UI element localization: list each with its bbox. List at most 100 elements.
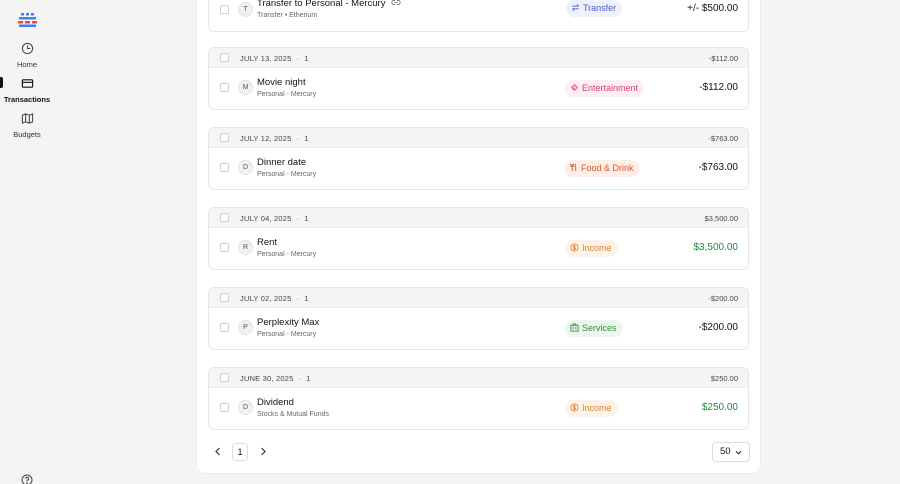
group-checkbox[interactable] xyxy=(220,373,229,382)
building-icon xyxy=(570,323,579,332)
transaction-name: Dividend xyxy=(257,397,294,408)
avatar: M xyxy=(238,80,253,95)
transaction-amount: $3,500.00 xyxy=(693,242,739,253)
group-count: 1 xyxy=(306,374,311,383)
transaction-checkbox[interactable] xyxy=(220,243,229,252)
group-count: 1 xyxy=(304,214,309,223)
category-label: Services xyxy=(582,323,617,333)
help-icon[interactable] xyxy=(21,474,33,484)
transaction-row[interactable]: M Movie night Personal - Mercury Enterta… xyxy=(209,68,748,109)
group-checkbox[interactable] xyxy=(220,293,229,302)
transaction-name: Dinner date xyxy=(257,157,307,168)
clock-icon xyxy=(21,42,33,55)
category-label: Transfer xyxy=(583,3,617,13)
transaction-row[interactable]: D Dinner date Personal - Mercury Food & … xyxy=(209,148,748,189)
credit-card-icon xyxy=(21,79,33,88)
page-size-value: 50 xyxy=(720,446,731,457)
group-checkbox[interactable] xyxy=(220,213,229,222)
chevron-down-icon xyxy=(735,450,742,455)
date-group-header: JULY 02, 2025 · 1 -$200.00 xyxy=(209,288,748,308)
app-logo-icon[interactable] xyxy=(18,13,37,27)
group-total: $250.00 xyxy=(710,374,738,383)
avatar: R xyxy=(238,240,253,255)
sidebar-item-label: Budgets xyxy=(13,130,41,139)
category-badge[interactable]: Entertainment xyxy=(565,80,645,97)
category-badge[interactable]: Transfer xyxy=(566,0,623,17)
transaction-subtitle: Stocks & Mutual Funds xyxy=(257,411,329,418)
sidebar: Home Transactions Budgets xyxy=(0,0,54,484)
date-group-header: JULY 12, 2025 · 1 -$763.00 xyxy=(209,128,748,148)
transaction-subtitle: Personal - Mercury xyxy=(257,331,317,338)
chevron-right-icon[interactable] xyxy=(259,447,267,456)
category-badge[interactable]: Food & Drink xyxy=(564,160,640,177)
transaction-amount: +/- $500.00 xyxy=(687,3,738,14)
transaction-subtitle: Personal - Mercury xyxy=(257,251,317,258)
transaction-card: T Transfer to Personal - Mercury Transfe… xyxy=(208,0,749,32)
transaction-checkbox[interactable] xyxy=(220,5,229,14)
group-total: -$112.00 xyxy=(708,54,738,63)
avatar: D xyxy=(238,160,253,175)
group-total: -$200.00 xyxy=(708,294,738,303)
category-label: Income xyxy=(582,403,612,413)
sidebar-item-label: Transactions xyxy=(3,95,51,104)
page-button-current[interactable]: 1 xyxy=(232,443,248,461)
sidebar-item-label: Home xyxy=(16,60,37,69)
group-count: 1 xyxy=(304,134,309,143)
group-total: -$763.00 xyxy=(708,134,738,143)
chevron-left-icon[interactable] xyxy=(214,447,222,456)
transaction-checkbox[interactable] xyxy=(220,163,229,172)
date-group-header: JUNE 30, 2025 · 1 $250.00 xyxy=(209,368,748,388)
link-icon xyxy=(391,0,401,6)
date-group: JULY 02, 2025 · 1 -$200.00 P Perplexity Ma… xyxy=(208,287,749,350)
group-checkbox[interactable] xyxy=(220,53,229,62)
transaction-amount: $250.00 xyxy=(701,402,738,413)
date-group: JULY 12, 2025 · 1 -$763.00 D Dinner date P… xyxy=(208,127,749,190)
transaction-checkbox[interactable] xyxy=(220,403,229,412)
transaction-row[interactable]: D Dividend Stocks & Mutual Funds Income … xyxy=(209,388,748,429)
transaction-checkbox[interactable] xyxy=(220,323,229,332)
avatar: D xyxy=(238,400,253,415)
date-group-header: JULY 04, 2025 · 1 $3,500.00 xyxy=(209,208,748,228)
category-label: Entertainment xyxy=(582,83,639,93)
group-checkbox[interactable] xyxy=(220,133,229,142)
sidebar-item-budgets[interactable]: Budgets xyxy=(0,112,54,139)
date-group: JUNE 30, 2025 · 1 $250.00 D Dividend Stock… xyxy=(208,367,749,430)
transfer-icon xyxy=(572,4,579,11)
group-count: 1 xyxy=(304,54,309,63)
date-group: JULY 13, 2025 · 1 -$112.00 M Movie night P… xyxy=(208,47,749,110)
transaction-subtitle: Personal - Mercury xyxy=(257,91,317,98)
transaction-checkbox[interactable] xyxy=(220,83,229,92)
transaction-row[interactable]: T Transfer to Personal - Mercury Transfe… xyxy=(209,0,748,31)
category-label: Food & Drink xyxy=(581,163,634,173)
transaction-subtitle: Personal - Mercury xyxy=(257,171,317,178)
group-date: JULY 13, 2025 xyxy=(240,54,292,63)
avatar: T xyxy=(238,2,253,17)
utensils-icon xyxy=(570,163,577,172)
transaction-amount: -$200.00 xyxy=(698,322,738,333)
transaction-amount: -$112.00 xyxy=(699,82,738,93)
transaction-name: Transfer to Personal - Mercury xyxy=(257,0,386,9)
group-date: JULY 02, 2025 xyxy=(240,294,292,303)
transaction-name: Perplexity Max xyxy=(257,317,320,328)
sidebar-item-transactions[interactable]: Transactions xyxy=(0,77,54,104)
category-badge[interactable]: Services xyxy=(565,320,623,337)
transaction-row[interactable]: P Perplexity Max Personal - Mercury Serv… xyxy=(209,308,748,349)
avatar: P xyxy=(238,320,253,335)
page-size-select[interactable]: 50 xyxy=(712,442,750,462)
transaction-name: Movie night xyxy=(257,77,306,88)
transaction-row[interactable]: R Rent Personal - Mercury Income $3,500.… xyxy=(209,228,748,269)
map-icon xyxy=(21,113,33,124)
sidebar-item-home[interactable]: Home xyxy=(0,42,54,69)
transaction-amount: -$763.00 xyxy=(698,162,738,173)
category-badge[interactable]: Income xyxy=(565,400,618,417)
group-date: JUNE 30, 2025 xyxy=(240,374,294,383)
ticket-icon xyxy=(571,84,578,91)
transaction-subtitle: Transfer • Etherium xyxy=(257,12,318,19)
category-label: Income xyxy=(582,243,612,253)
group-date: JULY 04, 2025 xyxy=(240,214,292,223)
category-badge[interactable]: Income xyxy=(565,240,618,257)
transaction-name: Rent xyxy=(257,237,278,248)
dollar-circle-icon xyxy=(570,243,579,252)
dollar-circle-icon xyxy=(570,403,579,412)
group-count: 1 xyxy=(304,294,309,303)
